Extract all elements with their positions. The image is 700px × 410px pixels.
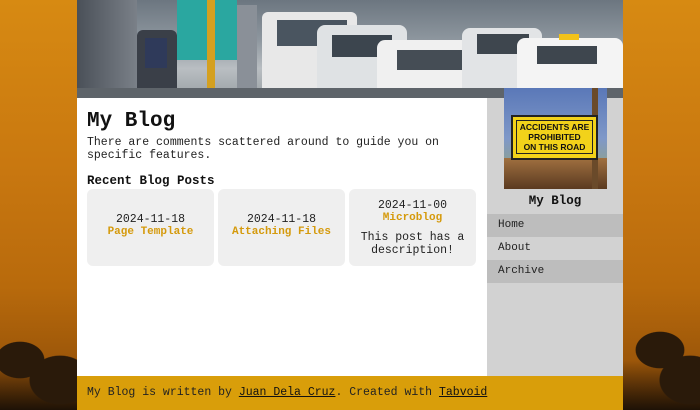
- recent-posts-heading: Recent Blog Posts: [87, 174, 215, 188]
- footer-text: . Created with: [335, 386, 439, 399]
- post-card[interactable]: 2024-11-18 Page Template: [87, 189, 214, 266]
- post-card[interactable]: 2024-11-18 Attaching Files: [218, 189, 345, 266]
- road-sign: ACCIDENTS ARE PROHIBITED ON THIS ROAD: [511, 115, 598, 160]
- tabvoid-link[interactable]: Tabvoid: [439, 386, 487, 399]
- nav-item-archive[interactable]: Archive: [487, 260, 623, 283]
- post-title-link[interactable]: Page Template: [87, 226, 214, 239]
- recent-posts-list: 2024-11-18 Page Template 2024-11-18 Atta…: [87, 189, 477, 266]
- post-date: 2024-11-18: [115, 213, 185, 226]
- post-description: This post has a description!: [360, 231, 465, 257]
- sidebar-avatar-image: ACCIDENTS ARE PROHIBITED ON THIS ROAD: [504, 88, 607, 189]
- sidebar: ACCIDENTS ARE PROHIBITED ON THIS ROAD My…: [487, 88, 623, 376]
- intro-text: There are comments scattered around to g…: [87, 136, 439, 162]
- main-content: My Blog There are comments scattered aro…: [77, 98, 487, 376]
- post-card[interactable]: 2024-11-00 Microblog This post has a des…: [349, 189, 476, 266]
- footer-text: My Blog is written by: [87, 386, 239, 399]
- author-link[interactable]: Juan Dela Cruz: [239, 386, 336, 399]
- footer: My Blog is written by Juan Dela Cruz. Cr…: [77, 376, 623, 410]
- page-container: My Blog There are comments scattered aro…: [77, 0, 623, 410]
- post-title-link[interactable]: Microblog: [349, 212, 476, 225]
- post-date: 2024-11-00: [377, 199, 447, 212]
- post-title-link[interactable]: Attaching Files: [218, 226, 345, 239]
- nav-item-home[interactable]: Home: [487, 214, 623, 237]
- sidebar-nav: Home About Archive: [487, 214, 623, 283]
- header-banner-image: [77, 0, 623, 98]
- post-date: 2024-11-18: [246, 213, 316, 226]
- nav-item-about[interactable]: About: [487, 237, 623, 260]
- sidebar-title: My Blog: [528, 194, 582, 208]
- page-title: My Blog: [87, 110, 176, 133]
